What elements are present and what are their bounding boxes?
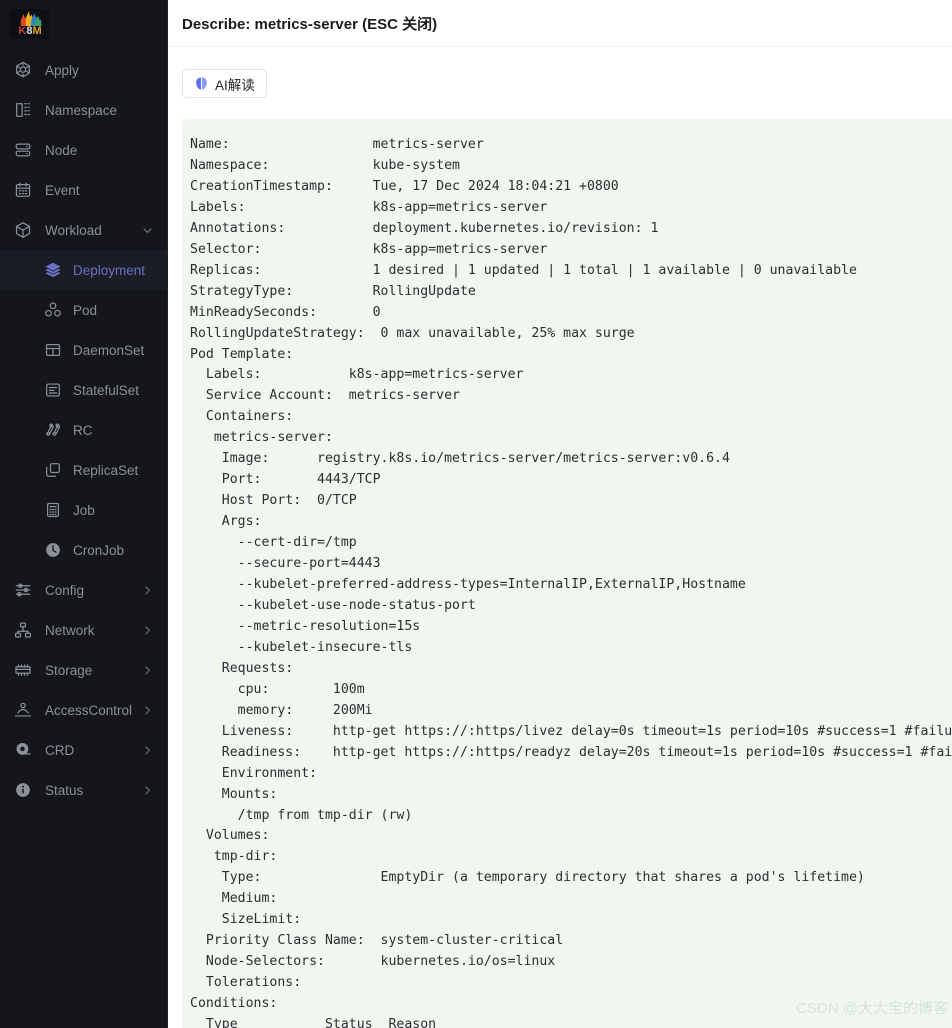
box-icon bbox=[14, 221, 32, 239]
describe-text: Name: metrics-server Namespace: kube-sys… bbox=[190, 137, 952, 1028]
sidebar-item-label: ReplicaSet bbox=[73, 462, 139, 478]
sidebar-item-daemonset[interactable]: DaemonSet bbox=[0, 330, 167, 370]
sidebar-item-label: RC bbox=[73, 422, 93, 438]
sidebar-item-config[interactable]: Config bbox=[0, 570, 167, 610]
chevron-right-icon[interactable] bbox=[141, 704, 153, 716]
sidebar-item-label: Pod bbox=[73, 302, 98, 318]
sidebar-item-label: Network bbox=[45, 622, 95, 638]
k8m-logo-text: K8M bbox=[18, 25, 42, 37]
rc-icon bbox=[44, 421, 62, 439]
sidebar-item-event[interactable]: Event bbox=[0, 170, 167, 210]
page-title: Describe: metrics-server (ESC 关闭) bbox=[182, 15, 438, 33]
kubernetes-wheel-icon bbox=[14, 61, 32, 79]
chevron-down-icon[interactable] bbox=[141, 224, 153, 236]
brain-icon bbox=[196, 77, 207, 90]
clock-icon bbox=[44, 541, 62, 559]
ai-explain-label: AI解读 bbox=[215, 77, 255, 93]
sidebar-item-label: Storage bbox=[45, 662, 93, 678]
sidebar-item-storage[interactable]: Storage bbox=[0, 650, 167, 690]
sidebar-item-label: Config bbox=[45, 582, 85, 598]
sidebar-item-network[interactable]: Network bbox=[0, 610, 167, 650]
statefulset-icon bbox=[44, 381, 62, 399]
sidebar-item-pod[interactable]: Pod bbox=[0, 290, 167, 330]
sidebar-item-label: StatefulSet bbox=[73, 382, 140, 398]
chevron-right-icon[interactable] bbox=[141, 664, 153, 676]
access-control-icon bbox=[14, 701, 32, 719]
sliders-icon bbox=[14, 581, 32, 599]
sidebar-item-statefulset[interactable]: StatefulSet bbox=[0, 370, 167, 410]
sidebar-item-replicaset[interactable]: ReplicaSet bbox=[0, 450, 167, 490]
info-icon bbox=[14, 781, 32, 799]
sidebar-item-workload[interactable]: Workload bbox=[0, 210, 167, 250]
sidebar-item-crd[interactable]: CRD bbox=[0, 730, 167, 770]
grid-icon bbox=[44, 341, 62, 359]
brand-logo[interactable]: K8M bbox=[0, 0, 167, 48]
sidebar-nav: Apply Namespace Node Event Workload Deploymen… bbox=[0, 48, 167, 810]
sidebar-item-label: Node bbox=[45, 142, 78, 158]
sidebar-item-namespace[interactable]: Namespace bbox=[0, 90, 167, 130]
describe-header: Describe: metrics-server (ESC 关闭) bbox=[168, 0, 952, 47]
sidebar-item-status[interactable]: Status bbox=[0, 770, 167, 810]
describe-output-panel[interactable]: Name: metrics-server Namespace: kube-sys… bbox=[182, 119, 952, 1028]
sidebar-item-apply[interactable]: Apply bbox=[0, 50, 167, 90]
sidebar-item-cronjob[interactable]: CronJob bbox=[0, 530, 167, 570]
sidebar-item-job[interactable]: Job bbox=[0, 490, 167, 530]
network-icon bbox=[14, 621, 32, 639]
flame-icon bbox=[20, 11, 42, 26]
sidebar: K8M Apply Namespace Node Event Workload Deplo… bbox=[0, 0, 168, 1028]
sidebar-item-label: AccessControl bbox=[45, 702, 133, 718]
sidebar-item-label: DaemonSet bbox=[73, 342, 145, 358]
chevron-right-icon[interactable] bbox=[141, 784, 153, 796]
ai-explain-button[interactable]: AI解读 bbox=[182, 69, 267, 98]
sidebar-item-label: Deployment bbox=[73, 262, 146, 278]
sidebar-item-label: Apply bbox=[45, 62, 79, 78]
main-content: Describe: metrics-server (ESC 关闭) AI解读 N… bbox=[168, 0, 952, 1028]
sidebar-item-rc[interactable]: RC bbox=[0, 410, 167, 450]
sidebar-item-label: Job bbox=[73, 502, 95, 518]
job-icon bbox=[44, 501, 62, 519]
namespace-dashed-icon bbox=[14, 101, 32, 119]
chevron-right-icon[interactable] bbox=[141, 744, 153, 756]
pod-icon bbox=[44, 301, 62, 319]
sidebar-item-node[interactable]: Node bbox=[0, 130, 167, 170]
crd-icon bbox=[14, 741, 32, 759]
sidebar-item-label: Event bbox=[45, 182, 80, 198]
storage-icon bbox=[14, 661, 32, 679]
sidebar-item-label: CRD bbox=[45, 742, 75, 758]
layers-icon bbox=[44, 261, 62, 279]
sidebar-item-deployment[interactable]: Deployment bbox=[0, 250, 167, 290]
describe-toolbar: AI解读 bbox=[168, 47, 952, 108]
sidebar-item-label: Workload bbox=[45, 222, 102, 238]
k8m-logo: K8M bbox=[10, 9, 50, 39]
chevron-right-icon[interactable] bbox=[141, 584, 153, 596]
calendar-icon bbox=[14, 181, 32, 199]
server-icon bbox=[14, 141, 32, 159]
sidebar-item-label: Status bbox=[45, 782, 84, 798]
sidebar-item-label: CronJob bbox=[73, 542, 125, 558]
chevron-right-icon[interactable] bbox=[141, 624, 153, 636]
copy-icon bbox=[44, 461, 62, 479]
sidebar-item-label: Namespace bbox=[45, 102, 118, 118]
sidebar-item-accesscontrol[interactable]: AccessControl bbox=[0, 690, 167, 730]
app-root: K8M Apply Namespace Node Event Workload Deplo… bbox=[0, 0, 952, 1028]
